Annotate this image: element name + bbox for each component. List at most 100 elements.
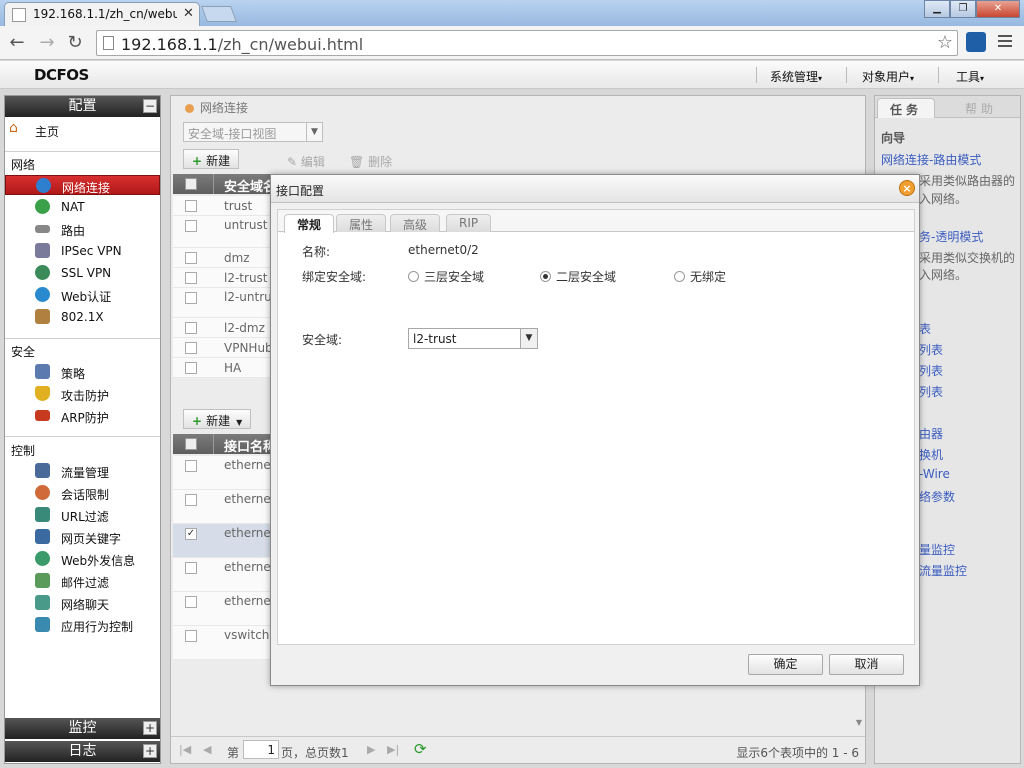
cancel-button[interactable]: 取消 <box>829 654 904 675</box>
log-section-header[interactable]: 日志 + <box>5 741 160 762</box>
pagination-bar: |◀ ◀ 第 1 页，总页数1 ▶ ▶| ⟳ 显示6个表项中的 1 - 6 <box>171 736 865 763</box>
task-link[interactable]: 列表 <box>919 341 943 358</box>
dialog-title-bar[interactable]: 接口配置 × <box>271 175 919 203</box>
row-checkbox[interactable] <box>185 322 197 334</box>
task-link[interactable]: 列表 <box>919 362 943 379</box>
task-link[interactable]: 由器 <box>919 425 943 442</box>
new-zone-button[interactable]: + 新建 <box>183 149 240 169</box>
task-link[interactable]: 换机 <box>919 446 943 463</box>
sidebar-item-arp-defense[interactable]: ARP防护 <box>5 406 160 426</box>
tab-tasks[interactable]: 任务 <box>877 98 936 118</box>
first-page-icon[interactable]: |◀ <box>179 743 191 756</box>
last-page-icon[interactable]: ▶| <box>387 743 399 756</box>
sidebar-item-nat[interactable]: NAT <box>5 197 160 217</box>
page-icon <box>103 36 114 50</box>
forward-icon[interactable]: → <box>36 32 58 53</box>
row-checkbox[interactable] <box>185 252 197 264</box>
ok-button[interactable]: 确定 <box>748 654 823 675</box>
select-all-checkbox[interactable] <box>185 438 197 450</box>
row-checkbox[interactable] <box>185 460 197 472</box>
sidebar-item-session-limit[interactable]: 会话限制 <box>5 483 160 503</box>
sidebar-item-im-chat[interactable]: 网络聊天 <box>5 593 160 613</box>
row-checkbox[interactable] <box>185 220 197 232</box>
delete-button[interactable]: 🗑 删除 <box>349 150 392 170</box>
task-link[interactable]: 流量监控 <box>919 562 967 579</box>
config-section-header[interactable]: 配置 − <box>5 96 160 117</box>
task-link[interactable]: 列表 <box>919 383 943 400</box>
address-bar[interactable]: 192.168.1.1/zh_cn/webui.html ☆ <box>96 30 958 56</box>
sidebar-item-mail-filter[interactable]: 邮件过滤 <box>5 571 160 591</box>
maximize-icon[interactable]: ❐ <box>950 0 976 18</box>
bookmark-star-icon[interactable]: ☆ <box>937 32 953 53</box>
menu-tools[interactable]: 工具▾ <box>956 68 984 85</box>
sidebar-item-web-outbound[interactable]: Web外发信息 <box>5 549 160 569</box>
sidebar-item-traffic-management[interactable]: 流量管理 <box>5 461 160 481</box>
sidebar-item-ssl-vpn[interactable]: SSL VPN <box>5 263 160 283</box>
close-icon[interactable]: × <box>899 180 915 196</box>
next-page-icon[interactable]: ▶ <box>367 743 375 756</box>
new-interface-button[interactable]: + 新建 ▼ <box>183 409 252 429</box>
tab-help[interactable]: 帮助 <box>953 98 1009 118</box>
row-checkbox[interactable] <box>185 494 197 506</box>
radio-no-binding[interactable]: 无绑定 <box>674 268 726 285</box>
menu-objects-users[interactable]: 对象用户▾ <box>862 68 914 85</box>
chevron-down-icon[interactable]: ▼ <box>306 123 322 141</box>
sidebar-item-8021x[interactable]: 802.1X <box>5 307 160 327</box>
refresh-icon[interactable]: ⟳ <box>414 740 427 758</box>
task-link[interactable]: 络参数 <box>919 488 955 505</box>
sidebar-item-network-connection[interactable]: 网络连接 <box>5 175 160 195</box>
radio-l2-zone[interactable]: 二层安全域 <box>540 268 616 285</box>
prev-page-icon[interactable]: ◀ <box>203 743 211 756</box>
tab-rip[interactable]: RIP <box>446 214 492 232</box>
sidebar-item-attack-defense[interactable]: 攻击防护 <box>5 384 160 404</box>
tab-properties[interactable]: 属性 <box>336 214 387 232</box>
minimize-icon[interactable]: ▁ <box>924 0 950 18</box>
row-checkbox[interactable] <box>185 596 197 608</box>
radio-l3-zone[interactable]: 三层安全域 <box>408 268 484 285</box>
expand-icon[interactable]: + <box>143 744 157 758</box>
extension-icon[interactable] <box>966 32 986 52</box>
row-checkbox[interactable] <box>185 200 197 212</box>
select-all-checkbox[interactable] <box>185 178 197 190</box>
back-icon[interactable]: ← <box>6 32 28 53</box>
browser-tab[interactable]: 192.168.1.1/zh_cn/webui.html ✕ <box>4 2 200 26</box>
task-link[interactable]: 量监控 <box>919 541 955 558</box>
sidebar-item-ipsec-vpn[interactable]: IPSec VPN <box>5 241 160 261</box>
browser-menu-icon[interactable] <box>998 35 1012 50</box>
sidebar-item-url-filter[interactable]: URL过滤 <box>5 505 160 525</box>
view-select[interactable]: 安全域-接口视图 ▼ <box>183 122 323 142</box>
row-checkbox[interactable] <box>185 362 197 374</box>
new-tab-button[interactable] <box>201 6 237 22</box>
collapse-icon[interactable]: − <box>143 99 157 113</box>
row-checkbox[interactable] <box>185 342 197 354</box>
task-link[interactable]: 网络连接-路由模式 <box>881 151 981 168</box>
sidebar-item-app-behavior[interactable]: 应用行为控制 <box>5 615 160 635</box>
tab-general[interactable]: 常规 <box>284 214 335 233</box>
task-link[interactable]: -Wire <box>919 467 950 481</box>
row-checkbox[interactable] <box>185 292 197 304</box>
page-number-input[interactable]: 1 <box>243 740 279 759</box>
row-checkbox[interactable] <box>185 562 197 574</box>
monitor-section-header[interactable]: 监控 + <box>5 718 160 739</box>
task-link[interactable]: 表 <box>919 320 931 337</box>
reload-icon[interactable]: ↻ <box>64 32 86 53</box>
scroll-down-icon[interactable]: ▼ <box>856 718 862 727</box>
zone-select[interactable]: l2-trust ▼ <box>408 328 538 349</box>
row-checkbox[interactable]: ✓ <box>185 528 197 540</box>
task-link[interactable]: 务-透明模式 <box>919 228 983 245</box>
sidebar-item-web-keyword[interactable]: 网页关键字 <box>5 527 160 547</box>
tab-advanced[interactable]: 高级 <box>390 214 441 232</box>
row-checkbox[interactable] <box>185 272 197 284</box>
menu-system-management[interactable]: 系统管理▾ <box>770 68 822 85</box>
sidebar-item-web-auth[interactable]: Web认证 <box>5 285 160 305</box>
sidebar-item-home[interactable]: ⌂ 主页 <box>5 120 160 140</box>
group-control: 控制 <box>11 444 36 458</box>
row-checkbox[interactable] <box>185 630 197 642</box>
expand-icon[interactable]: + <box>143 721 157 735</box>
edit-button[interactable]: ✎ 编辑 <box>287 150 325 170</box>
chevron-down-icon[interactable]: ▼ <box>520 329 537 348</box>
sidebar-item-policy[interactable]: 策略 <box>5 362 160 382</box>
window-close-icon[interactable]: ✕ <box>976 0 1020 18</box>
close-tab-icon[interactable]: ✕ <box>183 6 194 21</box>
sidebar-item-route[interactable]: 路由 <box>5 219 160 239</box>
